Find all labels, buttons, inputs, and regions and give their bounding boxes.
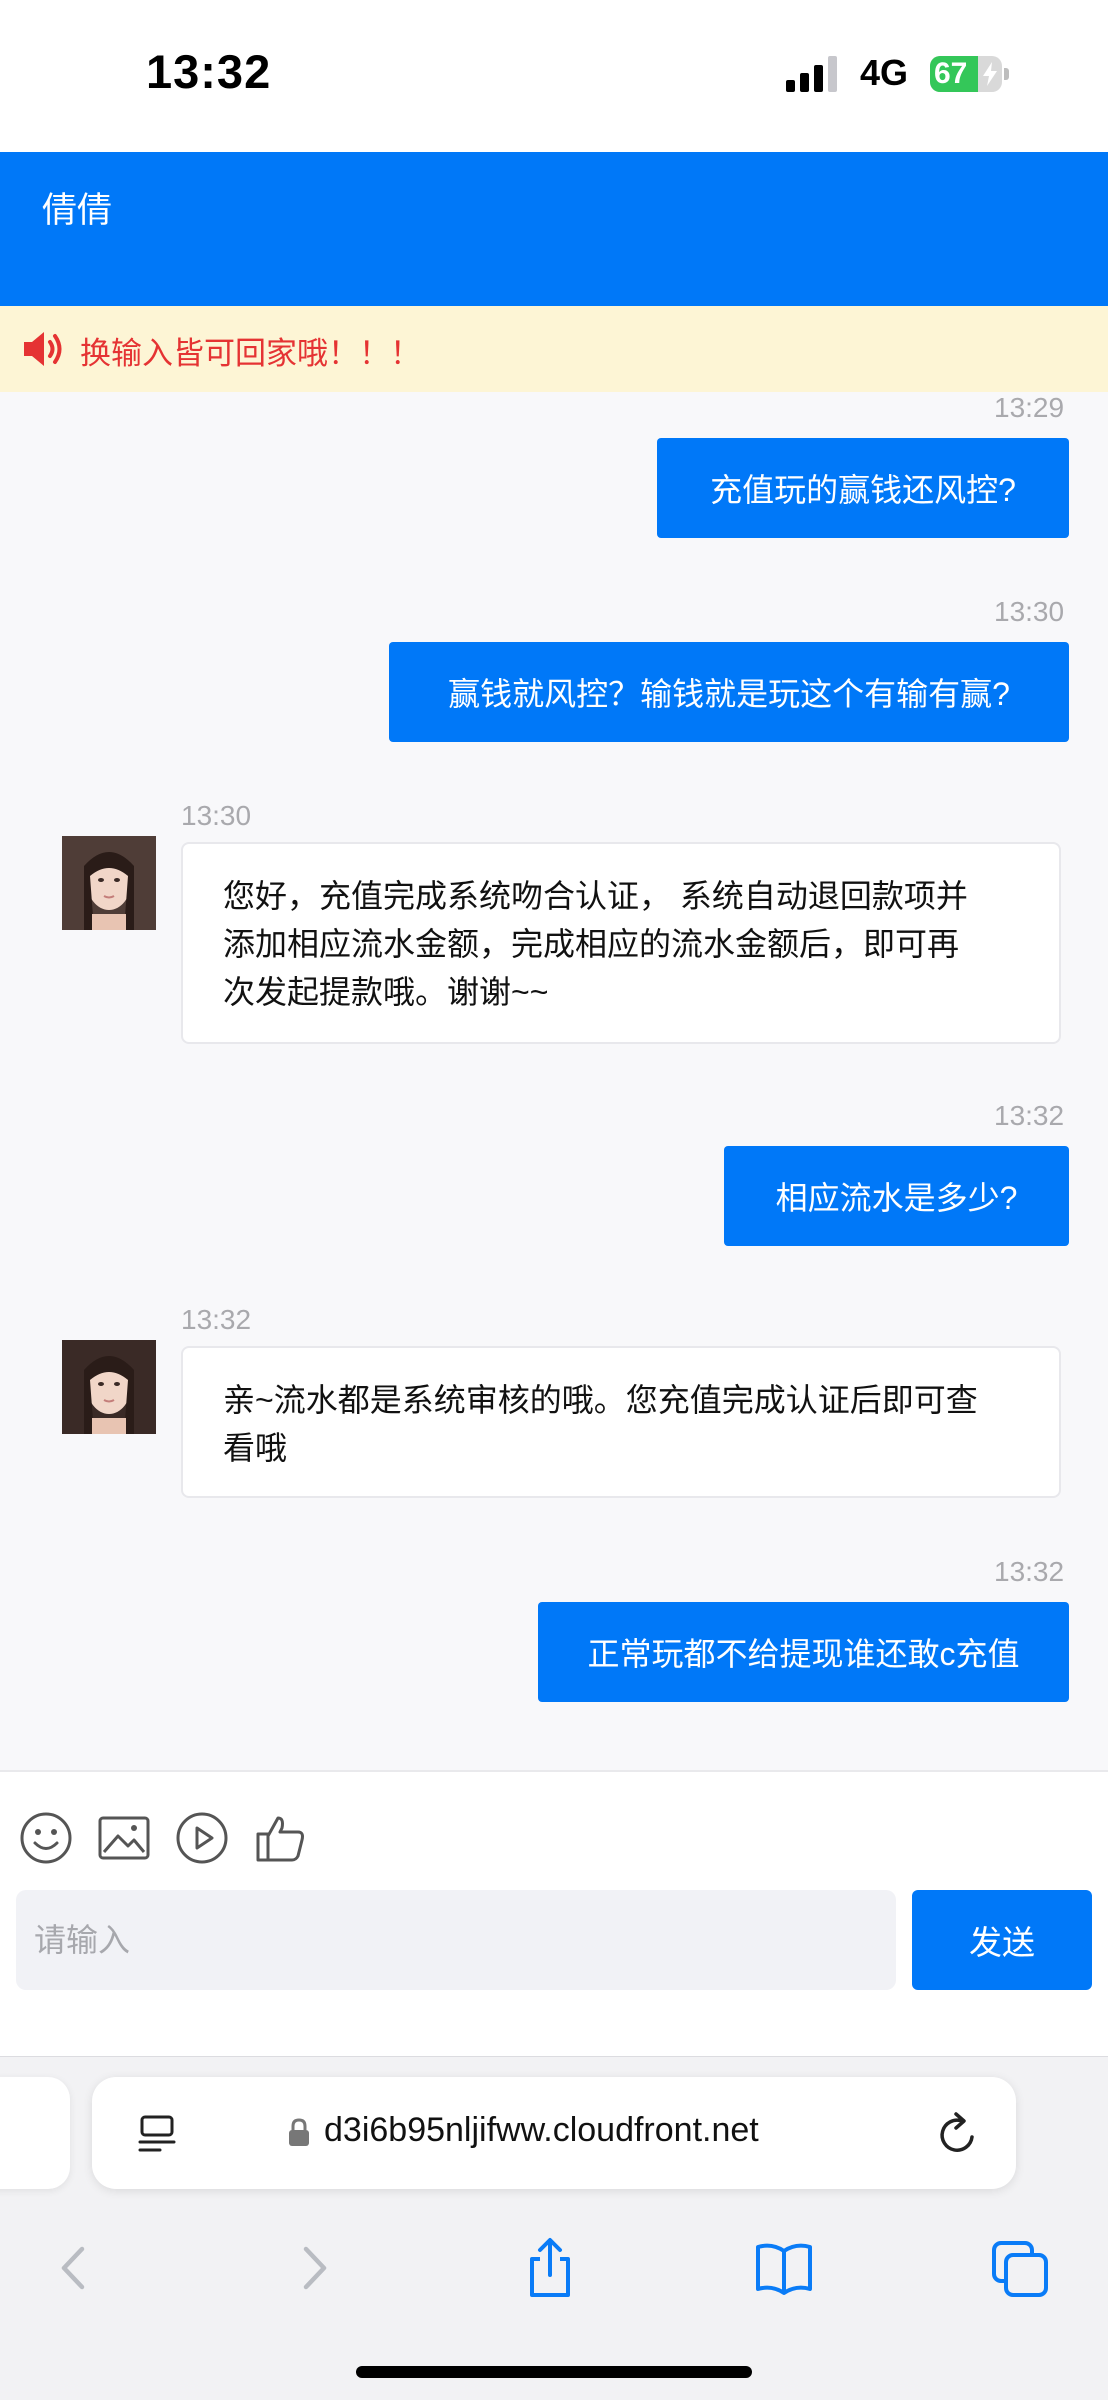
forward-icon[interactable] [282,2235,346,2301]
notice-banner: 换输入皆可回家哦！！！ [0,306,1108,392]
message-time: 13:30 [994,596,1065,627]
outgoing-message[interactable]: 充值玩的赢钱还风控? [657,438,1069,538]
message-line: 看哦 [223,1430,288,1466]
reader-icon[interactable] [136,2113,178,2157]
chat-page: 13:32 4G 67 倩倩 换输入皆可回家哦！！！ 13:29 充值玩的赢钱还… [0,0,1108,2400]
message-time: 13:32 [994,1100,1065,1131]
avatar-image [62,836,156,930]
message-line: 您好，充值完成系统吻合认证， 系统自动退回款项并 [223,878,968,914]
notice-text: 换输入皆可回家哦！！！ [80,336,421,371]
agent-avatar[interactable] [62,1340,156,1434]
address-bar[interactable]: d3i6b95nljifww.cloudfront.net [92,2077,1016,2189]
image-icon[interactable] [96,1810,152,1866]
home-indicator[interactable] [356,2366,752,2378]
bookmarks-icon[interactable] [752,2235,816,2301]
speaker-icon [24,332,62,366]
share-icon[interactable] [518,2235,582,2301]
status-time: 13:32 [146,45,272,98]
message-time: 13:29 [994,392,1065,423]
lock-icon [289,2118,309,2146]
incoming-message[interactable]: 您好，充值完成系统吻合认证， 系统自动退回款项并 添加相应流水金额，完成相应的流… [181,842,1061,1044]
message-time: 13:30 [181,800,252,831]
signal-icon [786,56,837,92]
incoming-message[interactable]: 亲~流水都是系统审核的哦。您充值完成认证后即可查 看哦 [181,1346,1061,1498]
outgoing-message[interactable]: 相应流水是多少? [724,1146,1069,1246]
message-time: 13:32 [181,1304,252,1335]
previous-tab-preview[interactable] [0,2077,70,2189]
contact-name: 倩倩 [42,191,113,230]
reload-icon[interactable] [934,2109,982,2159]
thumbs-up-icon[interactable] [252,1810,308,1866]
battery-percent: 67 [934,57,968,90]
message-time: 13:32 [994,1556,1065,1587]
avatar-image [62,1340,156,1434]
message-line: 添加相应流水金额，完成相应的流水金额后，即可再 [223,926,960,962]
browser-toolbar: d3i6b95nljifww.cloudfront.net [0,2056,1108,2400]
emoji-icon[interactable] [18,1810,74,1866]
battery-icon: 67 [930,56,1010,92]
video-icon[interactable] [174,1810,230,1866]
chat-header: 倩倩 [0,152,1108,306]
charging-bolt-icon [983,62,997,86]
message-line: 亲~流水都是系统审核的哦。您充值完成认证后即可查 [223,1382,978,1418]
back-icon[interactable] [42,2235,106,2301]
url-text: d3i6b95nljifww.cloudfront.net [324,2111,759,2149]
message-list[interactable]: 13:29 充值玩的赢钱还风控? 13:30 赢钱就风控？输钱就是玩这个有输有赢… [0,392,1108,1770]
message-input[interactable] [16,1890,896,1990]
agent-avatar[interactable] [62,836,156,930]
send-button[interactable]: 发送 [912,1890,1092,1990]
status-bar: 13:32 4G 67 [0,0,1108,152]
network-type: 4G [860,52,909,93]
outgoing-message[interactable]: 正常玩都不给提现谁还敢c充值 [538,1602,1069,1702]
tabs-icon[interactable] [988,2235,1052,2301]
outgoing-message[interactable]: 赢钱就风控？输钱就是玩这个有输有赢? [389,642,1069,742]
message-line: 次发起提款哦。谢谢~~ [223,974,549,1010]
composer: 发送 [0,1770,1108,2056]
